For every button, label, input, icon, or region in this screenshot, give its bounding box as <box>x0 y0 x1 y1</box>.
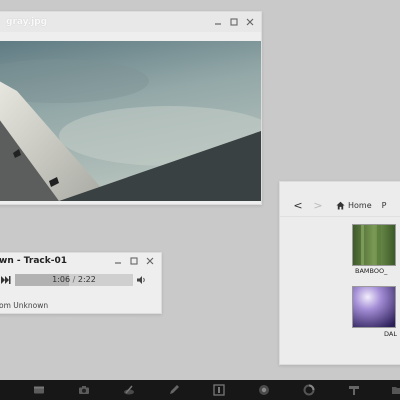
breadcrumb-home-label: Home <box>348 200 372 210</box>
file-label: BAMBOO_ <box>355 267 388 275</box>
time-current: 1:06 <box>52 275 71 284</box>
dal-thumbnail[interactable] <box>352 286 396 328</box>
music-player-window: wn - Track-01 1:06 / 2:22 om Unknown <box>0 252 162 314</box>
file-browser-window: < > Home P BAMBOO_ DAL <box>279 181 400 365</box>
browser-icon[interactable] <box>258 384 270 396</box>
image-viewer-window: gray.jpg <box>0 11 262 205</box>
paint-icon[interactable] <box>123 384 135 396</box>
forward-button[interactable]: > <box>308 199 328 212</box>
time-total: 2:22 <box>77 275 96 284</box>
seek-bar[interactable]: 1:06 / 2:22 <box>15 274 133 286</box>
home-icon <box>336 201 345 210</box>
volume-icon[interactable] <box>137 275 147 285</box>
track-title: wn - Track-01 <box>0 255 67 266</box>
artist-label: om Unknown <box>0 301 49 310</box>
back-button[interactable]: < <box>288 199 308 212</box>
minimize-icon[interactable] <box>214 18 222 26</box>
next-track-icon[interactable] <box>1 276 11 284</box>
close-icon[interactable] <box>146 257 154 265</box>
dock <box>0 380 400 400</box>
close-icon[interactable] <box>246 18 254 26</box>
settings-icon[interactable] <box>303 384 315 396</box>
photo-image <box>0 41 261 201</box>
bamboo-thumbnail[interactable] <box>352 224 396 266</box>
camera-icon[interactable] <box>78 384 90 396</box>
minimize-icon[interactable] <box>114 257 122 265</box>
file-label: DAL <box>384 330 397 338</box>
breadcrumb-next[interactable]: P <box>382 201 387 210</box>
maximize-icon[interactable] <box>230 18 238 26</box>
breadcrumb-home[interactable]: Home <box>336 201 372 210</box>
folder-icon[interactable] <box>392 384 400 396</box>
media-icon[interactable] <box>213 384 225 396</box>
time-display: 1:06 / 2:22 <box>52 275 96 284</box>
pencil-icon[interactable] <box>168 384 180 396</box>
store-icon[interactable] <box>348 384 360 396</box>
image-viewer-title: gray.jpg <box>6 17 48 27</box>
terminal-icon[interactable] <box>33 384 45 396</box>
image-viewer-titlebar[interactable]: gray.jpg <box>0 12 261 32</box>
maximize-icon[interactable] <box>130 256 138 265</box>
file-browser-titlebar[interactable] <box>280 182 400 192</box>
music-player-titlebar[interactable]: wn - Track-01 <box>0 253 161 268</box>
